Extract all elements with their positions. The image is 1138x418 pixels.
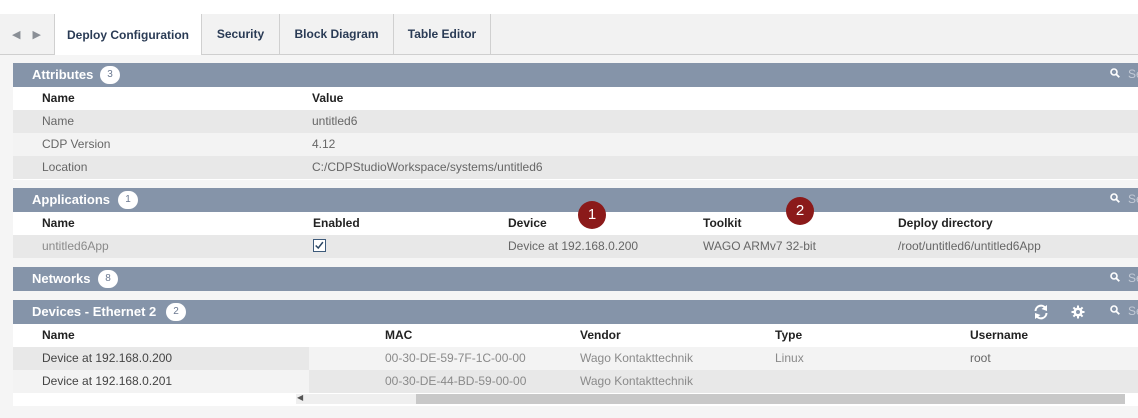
device-mac[interactable]: 00-30-DE-44-BD-59-00-00 <box>385 374 526 388</box>
attribute-name: Name <box>42 114 75 128</box>
devices-title: Devices - Ethernet 2 <box>32 304 157 319</box>
column-header: Username <box>970 328 1029 342</box>
enabled-checkbox[interactable] <box>313 239 326 252</box>
application-deploy-directory[interactable]: /root/untitled6/untitled6App <box>898 239 1041 253</box>
application-toolkit[interactable]: WAGO ARMv7 32-bit <box>703 239 816 253</box>
attribute-value[interactable]: 4.12 <box>312 137 335 151</box>
table-header: Name Enabled Device Toolkit Deploy direc… <box>13 212 1138 235</box>
column-header: Device <box>508 216 547 230</box>
table-header: Name MAC Vendor Type Username <box>13 324 1138 347</box>
device-name: Device at 192.168.0.200 <box>42 351 173 365</box>
applications-title: Applications <box>32 192 111 207</box>
tab-security[interactable]: Security <box>202 14 280 54</box>
column-header: Toolkit <box>703 216 742 230</box>
attribute-value[interactable]: untitled6 <box>312 114 357 128</box>
tab-block-diagram[interactable]: Block Diagram <box>280 14 394 54</box>
devices-header[interactable]: Devices - Ethernet 2 2 Se <box>13 300 1138 324</box>
search-placeholder[interactable]: Se <box>1128 304 1138 318</box>
table-row[interactable]: Device at 192.168.0.200 00-30-DE-59-7F-1… <box>13 347 1138 370</box>
column-header: Enabled <box>313 216 360 230</box>
attributes-header[interactable]: Attributes 3 Se <box>13 63 1138 87</box>
attributes-count-badge: 3 <box>100 66 120 84</box>
column-header: Name <box>42 328 75 342</box>
column-header: Type <box>775 328 803 342</box>
horizontal-scrollbar[interactable]: ◀ <box>296 393 1125 404</box>
device-name: Device at 192.168.0.201 <box>42 374 173 388</box>
content-area: Attributes 3 Se Name Value Name untitled… <box>0 55 1138 418</box>
annotation-marker-1: 1 <box>578 201 606 229</box>
applications-header[interactable]: Applications 1 Se <box>13 188 1138 212</box>
applications-panel: Applications 1 Se Name Enabled Device To… <box>13 188 1138 258</box>
devices-panel: Devices - Ethernet 2 2 Se Name MAC Vendo… <box>13 300 1138 406</box>
tab-deploy-configuration[interactable]: Deploy Configuration <box>54 14 202 55</box>
top-strip <box>0 0 1138 15</box>
tab-left-arrow-icon[interactable]: ◀ <box>12 28 20 41</box>
table-row[interactable]: Name untitled6 <box>13 110 1138 133</box>
search-icon[interactable] <box>1110 193 1120 203</box>
column-header: Name <box>42 91 75 105</box>
table-row[interactable]: Device at 192.168.0.201 00-30-DE-44-BD-5… <box>13 370 1138 393</box>
device-mac[interactable]: 00-30-DE-59-7F-1C-00-00 <box>385 351 526 365</box>
tab-right-arrow-icon[interactable]: ▶ <box>32 28 40 41</box>
application-name: untitled6App <box>42 239 109 253</box>
tab-nav: ◀ ▶ <box>0 14 54 54</box>
search-placeholder[interactable]: Se <box>1128 192 1138 206</box>
application-device[interactable]: Device at 192.168.0.200 <box>508 239 638 253</box>
checkmark-icon <box>315 241 324 250</box>
table-row[interactable]: untitled6App Device at 192.168.0.200 WAG… <box>13 235 1138 258</box>
attribute-value[interactable]: C:/CDPStudioWorkspace/systems/untitled6 <box>312 160 543 174</box>
search-placeholder[interactable]: Se <box>1128 67 1138 81</box>
table-header: Name Value <box>13 87 1138 110</box>
column-header: Vendor <box>580 328 621 342</box>
search-placeholder[interactable]: Se <box>1128 271 1138 285</box>
search-icon[interactable] <box>1110 68 1120 78</box>
scrollbar-thumb[interactable] <box>416 394 1125 404</box>
networks-title: Networks <box>32 271 91 286</box>
search-icon[interactable] <box>1110 305 1120 315</box>
attributes-panel: Attributes 3 Se Name Value Name untitled… <box>13 63 1138 180</box>
scroll-left-arrow-icon[interactable]: ◀ <box>297 393 303 402</box>
gear-icon[interactable] <box>1071 305 1085 319</box>
search-icon[interactable] <box>1110 272 1120 282</box>
devices-count-badge: 2 <box>166 303 186 321</box>
column-header: Deploy directory <box>898 216 993 230</box>
table-row[interactable]: Location C:/CDPStudioWorkspace/systems/u… <box>13 156 1138 179</box>
column-header: Name <box>42 216 75 230</box>
table-row[interactable]: CDP Version 4.12 <box>13 133 1138 156</box>
device-vendor[interactable]: Wago Kontakttechnik <box>580 351 693 365</box>
networks-header[interactable]: Networks 8 Se <box>13 267 1138 291</box>
column-header: MAC <box>385 328 413 342</box>
attribute-name: Location <box>42 160 88 174</box>
applications-count-badge: 1 <box>118 191 138 209</box>
networks-count-badge: 8 <box>98 270 118 288</box>
attribute-name: CDP Version <box>42 137 111 151</box>
tab-table-editor[interactable]: Table Editor <box>394 14 491 54</box>
device-type[interactable]: Linux <box>775 351 804 365</box>
device-username[interactable]: root <box>970 351 991 365</box>
column-header: Value <box>312 91 344 105</box>
networks-panel: Networks 8 Se <box>13 267 1138 291</box>
attributes-title: Attributes <box>32 67 94 82</box>
refresh-icon[interactable] <box>1032 303 1050 321</box>
annotation-marker-2: 2 <box>786 197 814 225</box>
device-vendor[interactable]: Wago Kontakttechnik <box>580 374 693 388</box>
tab-bar: ◀ ▶ Deploy Configuration Security Block … <box>0 14 1138 55</box>
